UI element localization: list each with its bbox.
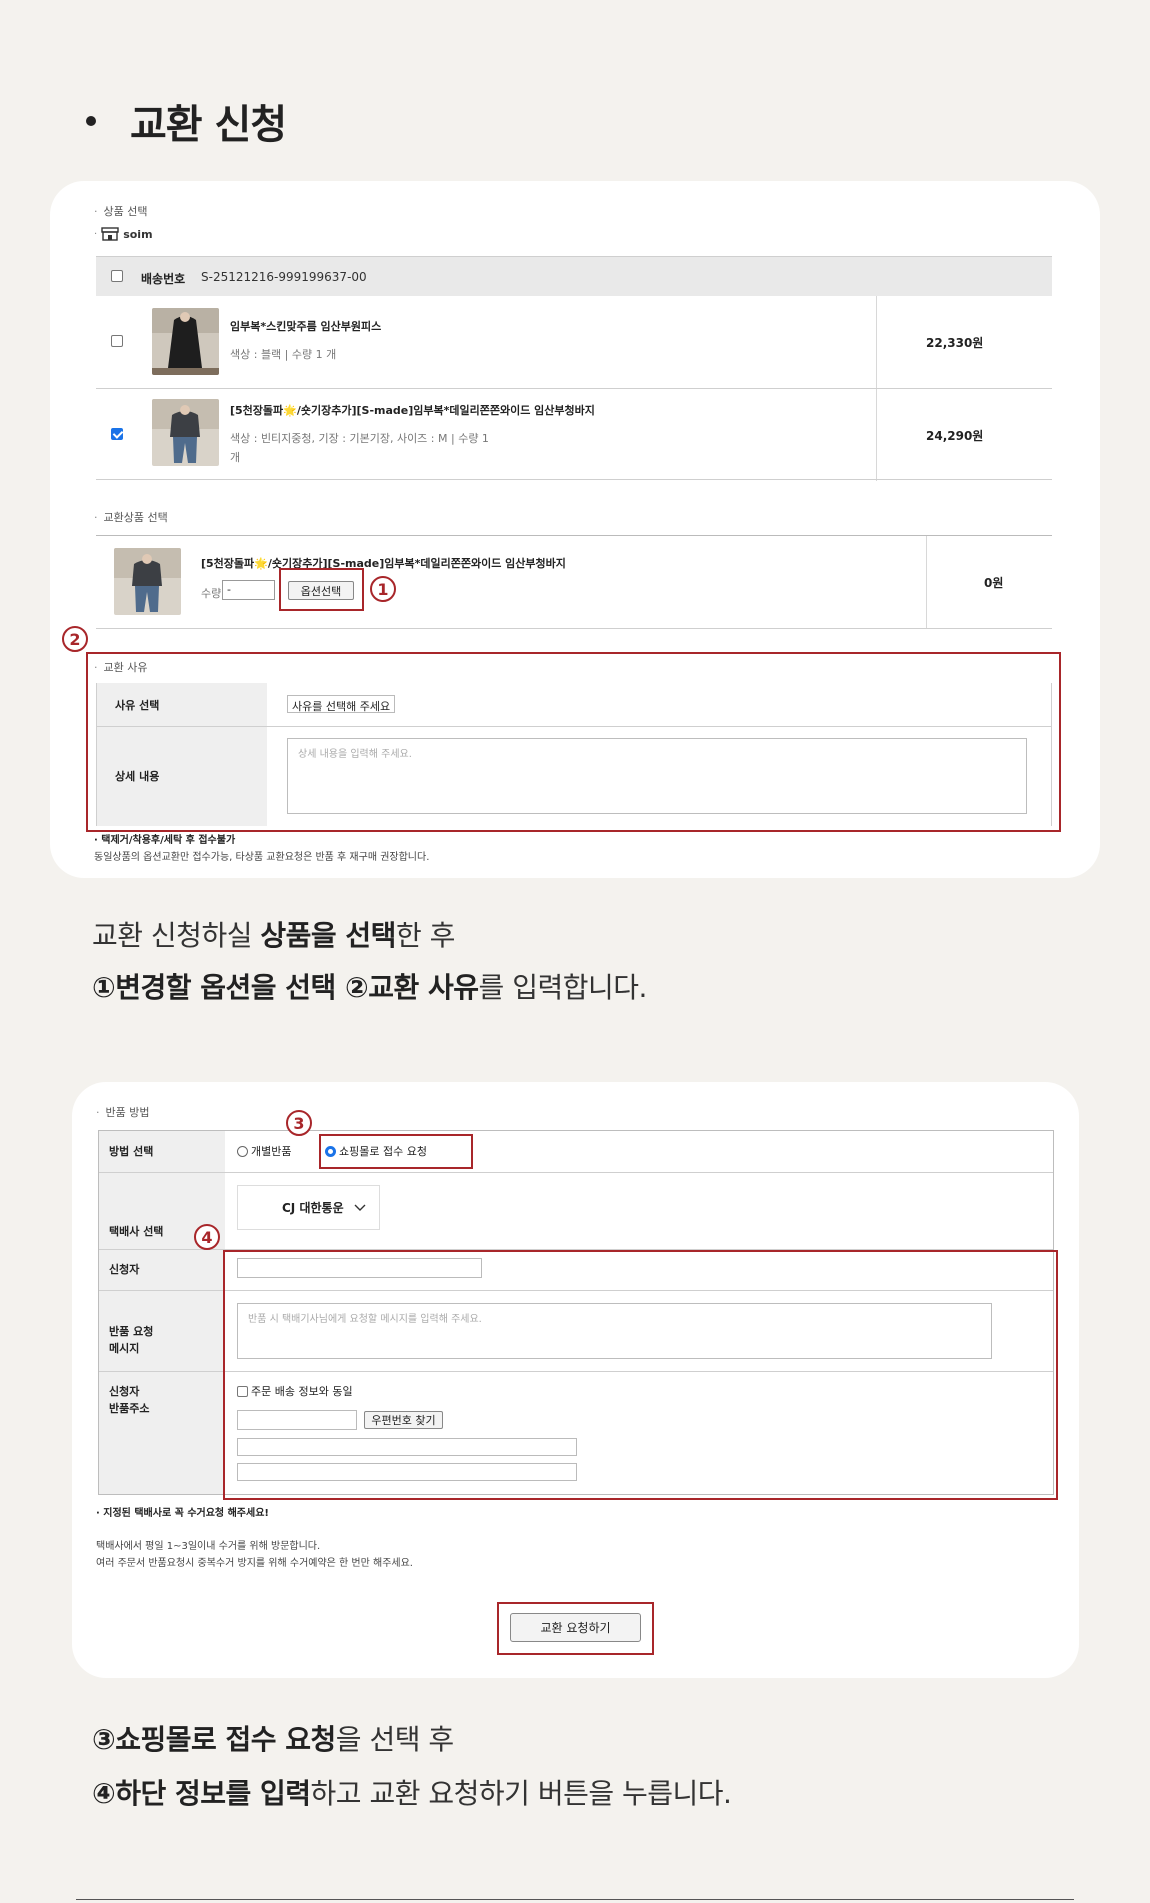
- message-label: 반품 요청 메시지: [109, 1325, 154, 1355]
- store-name: soim: [123, 227, 153, 241]
- product-option: 색상 : 빈티지중청, 기장 : 기본기장, 사이즈 : M | 수량 1: [230, 432, 489, 445]
- courier-select[interactable]: CJ 대한통운: [237, 1185, 380, 1230]
- reason-select-dropdown[interactable]: 사유를 선택해 주세요: [287, 695, 396, 713]
- description-line: ④하단 정보를 입력하고 교환 요청하기 버튼을 누릅니다.: [92, 1777, 732, 1810]
- product-name: [5천장돌파🌟/숏기장추가][S-made]임부복*데일리쫀쫀와이드 임산부청바…: [230, 404, 595, 417]
- exchange-form-screenshot-card: 상품 선택 · soim 배송번호 S-25121216-999199637-0…: [50, 181, 1100, 878]
- section-label-method: 반품 방법: [96, 1104, 150, 1120]
- chevron-down-icon: [354, 1204, 366, 1211]
- product-thumbnail: [152, 399, 219, 466]
- description-line: ③쇼핑몰로 접수 요청을 선택 후: [92, 1723, 454, 1756]
- return-method-screenshot-card: 반품 방법 방법 선택 개별반품 쇼핑몰로 접수 요청 택배사 선택 CJ 대한…: [72, 1082, 1079, 1678]
- description-line: ①변경할 옵션을 선택 ②교환 사유를 입력합니다.: [92, 971, 647, 1004]
- page-title: 교환 신청: [130, 102, 287, 148]
- product-thumbnail: [114, 548, 181, 615]
- section-label-product: 상품 선택: [94, 203, 148, 219]
- reason-form: 사유 선택 사유를 선택해 주세요 상세 내용 상세 내용을 입력해 주세요.: [96, 683, 1052, 826]
- section-heading: 교환 신청: [86, 92, 287, 150]
- address-label: 신청자 반품주소: [109, 1385, 150, 1415]
- notice-title: · 지정된 택배사로 꼭 수거요청 해주세요!: [96, 1508, 269, 1519]
- marker-4: 4: [194, 1224, 220, 1250]
- detail-textarea[interactable]: 상세 내용을 입력해 주세요.: [287, 738, 1027, 814]
- product-option: 색상 : 블랙 | 수량 1 개: [230, 348, 337, 361]
- product-price: 22,330원: [926, 336, 984, 350]
- store-icon: [101, 227, 119, 241]
- highlight-mall-request: [319, 1134, 473, 1169]
- table-row: [5천장돌파🌟/숏기장추가][S-made]임부복*데일리쫀쫀와이드 임산부청바…: [96, 389, 1052, 481]
- marker-2: 2: [62, 626, 88, 652]
- exchange-request-button[interactable]: 교환 요청하기: [510, 1613, 641, 1642]
- notice-text: 동일상품의 옵션교환만 접수가능, 타상품 교환요청은 반품 후 재구매 권장합…: [94, 852, 430, 863]
- product-name: 임부복*스킨맞주름 임산부원피스: [230, 320, 382, 333]
- reason-select-label: 사유 선택: [97, 683, 267, 726]
- notice-title: · 택제거/착용후/세탁 후 접수불가: [94, 835, 236, 846]
- delivery-header-row: 배송번호 S-25121216-999199637-00: [96, 256, 1052, 296]
- notice-line: 여러 주문서 반품요청시 중복수거 방지를 위해 수거예약은 한 번만 해주세요…: [96, 1558, 413, 1569]
- radio-individual[interactable]: 개별반품: [237, 1143, 291, 1159]
- notice-line: 택배사에서 평일 1~3일이내 수거를 위해 방문합니다.: [96, 1541, 321, 1552]
- product-checkbox[interactable]: [111, 428, 123, 440]
- exchange-product-row: [5천장돌파🌟/숏기장추가][S-made]임부복*데일리쫀쫀와이드 임산부청바…: [96, 536, 1052, 628]
- applicant-label: 신청자: [109, 1263, 140, 1276]
- marker-1: 1: [370, 576, 396, 602]
- radio-icon: [237, 1145, 248, 1157]
- detail-label: 상세 내용: [97, 727, 267, 826]
- description-line: 교환 신청하실 상품을 선택한 후: [92, 919, 455, 952]
- product-thumbnail: [152, 308, 219, 375]
- highlight-option-select: [279, 568, 364, 611]
- courier-label: 택배사 선택: [109, 1225, 164, 1238]
- table-row: 임부복*스킨맞주름 임산부원피스 색상 : 블랙 | 수량 1 개 22,330…: [96, 296, 1052, 388]
- delivery-number: S-25121216-999199637-00: [201, 270, 367, 284]
- delivery-select-all-checkbox[interactable]: [111, 270, 123, 282]
- exchange-product-price: 0원: [984, 576, 1004, 590]
- product-checkbox[interactable]: [111, 335, 123, 347]
- product-option-cont: 개: [230, 451, 241, 464]
- product-price: 24,290원: [926, 429, 984, 443]
- method-label: 방법 선택: [109, 1145, 154, 1158]
- bullet-icon: [86, 116, 96, 126]
- quantity-label: 수량: [201, 587, 222, 600]
- quantity-input[interactable]: -: [222, 580, 275, 600]
- exchange-product-name: [5천장돌파🌟/숏기장추가][S-made]임부복*데일리쫀쫀와이드 임산부청바…: [201, 557, 566, 570]
- section-label-reason: 교환 사유: [94, 659, 148, 675]
- store-row: · soim: [94, 227, 153, 241]
- divider: [76, 1899, 1074, 1900]
- marker-3: 3: [286, 1110, 312, 1136]
- highlight-applicant-info: [223, 1250, 1058, 1500]
- delivery-label: 배송번호: [141, 272, 186, 286]
- section-label-exchange-product: 교환상품 선택: [94, 509, 168, 525]
